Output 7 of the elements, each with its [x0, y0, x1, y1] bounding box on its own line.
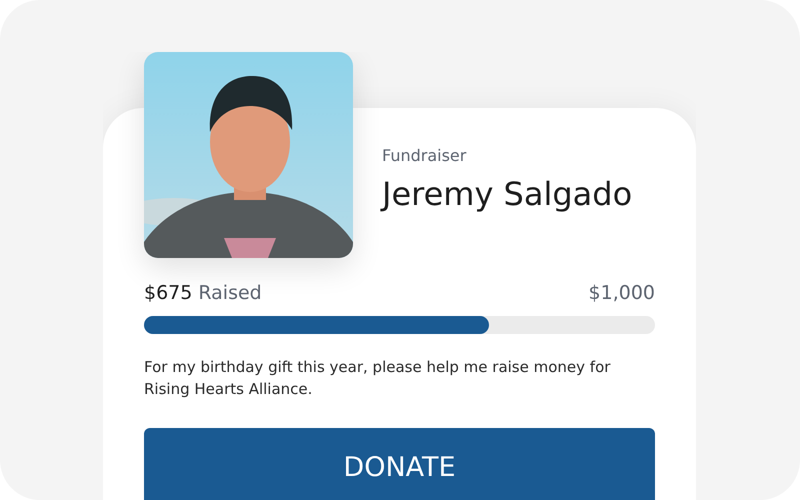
- role-label: Fundraiser: [382, 145, 468, 167]
- raised-label: Raised: [198, 281, 262, 306]
- raised-amount: $675: [144, 281, 192, 306]
- fundraiser-name: Jeremy Salgado: [382, 174, 632, 214]
- description: For my birthday gift this year, please help me raise money for Rising Hearts Alliance.: [144, 357, 612, 400]
- goal-amount: $1,000: [588, 281, 655, 306]
- donate-button[interactable]: DONATE: [144, 428, 655, 500]
